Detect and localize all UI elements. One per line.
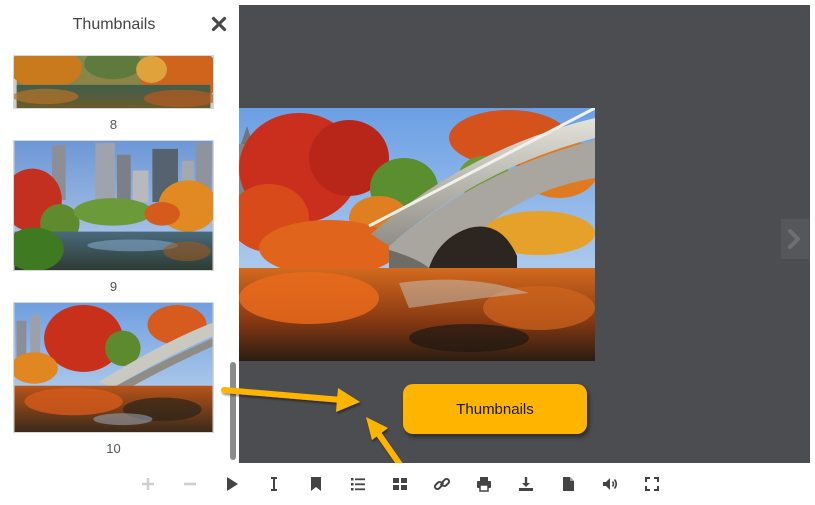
thumbnails-callout: Thumbnails [403, 384, 587, 434]
bookmark-icon[interactable] [307, 475, 325, 493]
thumbnail-item-current[interactable]: 10 [13, 302, 214, 456]
zoom-out-icon[interactable] [181, 475, 199, 493]
link-icon[interactable] [433, 475, 451, 493]
download-icon[interactable] [517, 475, 535, 493]
thumbnail-image [13, 55, 214, 109]
thumbnails-panel: Thumbnails 8 9 10 [0, 0, 239, 463]
zoom-in-icon[interactable] [139, 475, 157, 493]
close-icon[interactable] [210, 15, 228, 33]
thumbnails-panel-title: Thumbnails [72, 16, 156, 33]
toolbar [0, 463, 815, 505]
outline-list-icon[interactable] [349, 475, 367, 493]
sound-icon[interactable] [601, 475, 619, 493]
fullscreen-icon[interactable] [643, 475, 661, 493]
print-icon[interactable] [475, 475, 493, 493]
play-icon[interactable] [223, 475, 241, 493]
thumbnail-item[interactable]: 8 [13, 55, 214, 132]
text-select-icon[interactable] [265, 475, 283, 493]
chevron-right-icon[interactable] [781, 219, 809, 259]
thumbnail-scrollbar[interactable] [230, 362, 236, 460]
thumbnail-image [13, 140, 214, 271]
page-image [239, 108, 595, 361]
flipbook-viewer: Thumbnails 8 9 10 Thumbnails [0, 0, 815, 505]
thumbnail-page-number: 8 [109, 117, 118, 132]
document-icon[interactable] [559, 475, 577, 493]
thumbnail-image [13, 302, 214, 433]
thumbnail-list[interactable]: 8 9 10 [0, 55, 228, 463]
thumbnail-item[interactable]: 9 [13, 140, 214, 294]
thumbnails-grid-icon[interactable] [391, 475, 409, 493]
thumbnail-page-number: 9 [109, 279, 118, 294]
thumbnail-page-number: 10 [106, 441, 121, 456]
